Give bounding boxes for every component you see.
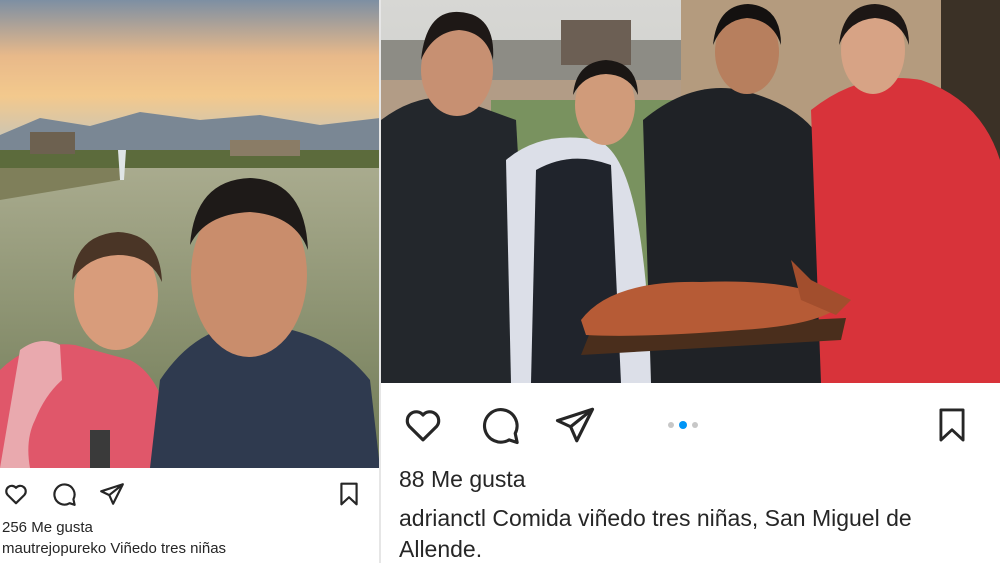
username-link[interactable]: mautrejopureko bbox=[2, 540, 106, 557]
bookmark-icon[interactable] bbox=[336, 481, 362, 507]
likes-count[interactable]: 256 Me gusta bbox=[2, 519, 93, 536]
post-caption: mautrejopureko Viñedo tres niñas bbox=[2, 540, 377, 559]
comment-icon[interactable] bbox=[479, 404, 521, 446]
carousel-dot bbox=[692, 422, 698, 428]
post-photo-group-roast[interactable] bbox=[381, 0, 1000, 383]
carousel-indicator bbox=[668, 421, 698, 429]
photo-illustration bbox=[381, 0, 1000, 383]
right-post: 88 Me gusta adrianctl Comida viñedo tres… bbox=[381, 0, 1000, 563]
heart-icon[interactable] bbox=[402, 404, 444, 446]
carousel-dot bbox=[668, 422, 674, 428]
post-photo-lake-selfie[interactable] bbox=[0, 0, 380, 468]
username-link[interactable]: adrianctl bbox=[399, 505, 486, 531]
send-icon[interactable] bbox=[99, 481, 125, 507]
caption-text: Viñedo tres niñas bbox=[110, 540, 227, 557]
send-icon[interactable] bbox=[554, 404, 596, 446]
likes-count[interactable]: 88 Me gusta bbox=[399, 466, 526, 493]
heart-icon[interactable] bbox=[3, 481, 29, 507]
left-post: 256 Me gusta mautrejopureko Viñedo tres … bbox=[0, 0, 380, 563]
comment-icon[interactable] bbox=[51, 481, 77, 507]
post-caption: adrianctl Comida viñedo tres niñas, San … bbox=[399, 503, 984, 563]
bookmark-icon[interactable] bbox=[933, 404, 971, 446]
carousel-dot-active bbox=[679, 421, 687, 429]
photo-illustration bbox=[0, 0, 380, 468]
